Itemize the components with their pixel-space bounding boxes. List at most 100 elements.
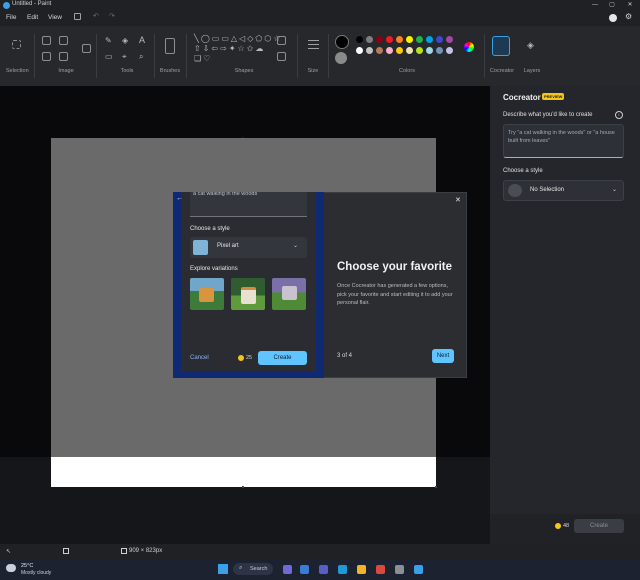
menu-edit[interactable]: Edit xyxy=(27,14,38,21)
minimize-button[interactable]: — xyxy=(587,0,603,10)
color1-swatch[interactable] xyxy=(335,35,349,49)
group-selection: Selection xyxy=(6,68,29,74)
credits-count: 48 xyxy=(563,523,570,529)
group-brushes: Brushes xyxy=(159,68,181,74)
resize-icon[interactable] xyxy=(59,36,68,45)
color-picker-icon[interactable]: ⌖ xyxy=(122,52,127,62)
palette-swatch[interactable] xyxy=(406,36,413,43)
menu-file[interactable]: File xyxy=(6,14,16,21)
taskbar-app-icon[interactable] xyxy=(338,565,347,574)
selection-tool-icon[interactable] xyxy=(12,40,21,49)
account-icon[interactable] xyxy=(609,14,617,22)
dialog-style-value: Pixel art xyxy=(217,243,239,249)
group-cocreator: Cocreator xyxy=(489,68,515,74)
palette-swatch[interactable] xyxy=(366,47,373,54)
chevron-down-icon: ⌄ xyxy=(293,243,299,249)
palette-swatch[interactable] xyxy=(376,36,383,43)
ribbon-divider xyxy=(96,34,97,78)
rotate-icon[interactable] xyxy=(42,52,51,61)
image-tools-icon[interactable] xyxy=(59,52,68,61)
taskbar-app-icon[interactable] xyxy=(357,565,366,574)
image-recolor-icon[interactable] xyxy=(82,44,91,53)
window-title: Untitled - Paint xyxy=(12,1,52,7)
palette-swatch[interactable] xyxy=(436,36,443,43)
close-icon[interactable]: ✕ xyxy=(455,196,461,204)
undo-icon[interactable]: ↶ xyxy=(93,12,99,20)
palette-swatch[interactable] xyxy=(416,47,423,54)
taskbar-app-icon[interactable] xyxy=(319,565,328,574)
palette-swatch[interactable] xyxy=(446,36,453,43)
palette-swatch[interactable] xyxy=(356,36,363,43)
status-bar xyxy=(0,544,640,560)
next-button[interactable]: Next xyxy=(432,349,454,363)
taskbar-app-icon[interactable] xyxy=(376,565,385,574)
close-window-button[interactable]: ✕ xyxy=(622,0,638,10)
menu-view[interactable]: View xyxy=(48,14,62,21)
fill-icon[interactable]: ◈ xyxy=(122,36,128,45)
save-icon[interactable] xyxy=(74,13,81,20)
panel-create-button[interactable]: Create xyxy=(574,519,624,533)
palette-swatch[interactable] xyxy=(396,47,403,54)
palette-swatch[interactable] xyxy=(426,47,433,54)
pencil-icon[interactable]: ✎ xyxy=(105,36,112,45)
weather-icon xyxy=(6,564,16,572)
coin-icon xyxy=(238,355,244,361)
text-icon[interactable]: A xyxy=(139,35,145,45)
dialog-prompt-input[interactable]: a cat walking in the woods xyxy=(190,192,307,217)
title-bar xyxy=(0,0,640,10)
palette-swatch[interactable] xyxy=(416,36,423,43)
ribbon-divider xyxy=(328,34,329,78)
edit-colors-icon[interactable] xyxy=(464,42,474,52)
layers-icon[interactable]: ◈ xyxy=(527,40,534,51)
magnifier-icon[interactable]: ⌕ xyxy=(139,52,143,62)
dialog-create-button[interactable]: Create xyxy=(258,351,307,365)
dialog-cancel-link[interactable]: Cancel xyxy=(190,355,209,361)
palette-swatch[interactable] xyxy=(446,47,453,54)
palette-swatch[interactable] xyxy=(376,47,383,54)
variation-thumbnail-1[interactable] xyxy=(190,278,224,310)
group-colors: Colors xyxy=(399,68,415,74)
dialog-description: Once Cocreator has generated a few optio… xyxy=(337,283,453,306)
chevron-down-icon: ⌄ xyxy=(612,187,618,193)
crop-icon[interactable] xyxy=(42,36,51,45)
shape-outline-icon[interactable] xyxy=(277,36,286,45)
color-palette[interactable] xyxy=(356,36,460,60)
size-icon[interactable] xyxy=(308,40,319,52)
palette-swatch[interactable] xyxy=(426,36,433,43)
cocreator-icon[interactable] xyxy=(492,36,510,56)
info-icon[interactable]: i xyxy=(615,111,623,119)
shape-fill-icon[interactable] xyxy=(277,52,286,61)
eraser-icon[interactable]: ▭ xyxy=(105,52,113,61)
prompt-input[interactable]: Try "a cat walking in the woods" or "a h… xyxy=(503,124,624,158)
coin-icon xyxy=(555,523,561,529)
palette-swatch[interactable] xyxy=(366,36,373,43)
variation-thumbnail-2[interactable] xyxy=(231,278,265,310)
windows-start-icon[interactable] xyxy=(218,564,228,574)
resize-handle[interactable] xyxy=(435,486,437,488)
maximize-button[interactable]: ▢ xyxy=(604,0,620,10)
shapes-gallery[interactable]: ╲◯▭▭△◁◇⬠⬡☆ ⇧⇩⇦⇨✦☆✩☁❑♡ xyxy=(194,34,280,64)
back-arrow-icon[interactable]: ← xyxy=(176,195,183,202)
taskbar-app-icon[interactable] xyxy=(283,565,292,574)
ribbon-divider xyxy=(297,34,298,78)
palette-swatch[interactable] xyxy=(396,36,403,43)
palette-swatch[interactable] xyxy=(406,47,413,54)
search-icon: ⌕ xyxy=(239,565,243,571)
palette-swatch[interactable] xyxy=(356,47,363,54)
brushes-icon[interactable] xyxy=(165,38,175,54)
variation-thumbnail-3[interactable] xyxy=(272,278,306,310)
group-layers: Layers xyxy=(523,68,541,74)
weather-temp: 25°C xyxy=(21,563,34,569)
taskbar-paint-icon[interactable] xyxy=(414,565,423,574)
palette-swatch[interactable] xyxy=(386,47,393,54)
preview-badge: PREVIEW xyxy=(542,93,565,100)
taskbar-app-icon[interactable] xyxy=(395,565,404,574)
resize-handle[interactable] xyxy=(242,486,244,488)
palette-swatch[interactable] xyxy=(436,47,443,54)
weather-text: Mostly cloudy xyxy=(21,570,52,576)
color2-swatch[interactable] xyxy=(335,52,347,64)
palette-swatch[interactable] xyxy=(386,36,393,43)
settings-gear-icon[interactable]: ⚙ xyxy=(625,12,632,21)
taskbar-app-icon[interactable] xyxy=(300,565,309,574)
redo-icon[interactable]: ↷ xyxy=(109,12,115,20)
